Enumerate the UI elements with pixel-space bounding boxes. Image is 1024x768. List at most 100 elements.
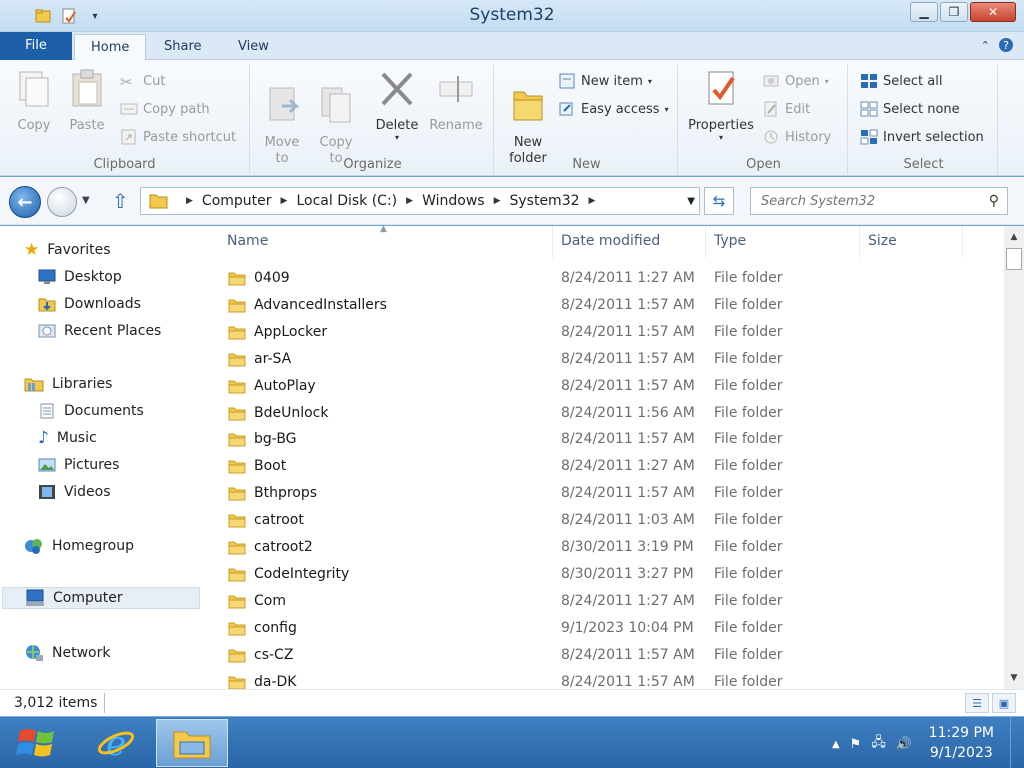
file-row[interactable]: AppLocker 8/24/2011 1:57 AM File folder [222, 319, 992, 346]
up-arrow-icon[interactable]: ⇧ [112, 189, 129, 213]
select-all-button[interactable]: Select all [860, 70, 942, 92]
select-none-button[interactable]: Select none [860, 98, 960, 120]
edit-icon [764, 101, 777, 117]
ribbon-tab-bar: File Home Share View ⌃ ? [0, 32, 1024, 61]
breadcrumb-computer[interactable]: Computer [202, 193, 272, 209]
search-box[interactable]: ⚲ [750, 187, 1008, 215]
nav-homegroup[interactable]: Homegroup [24, 535, 134, 557]
breadcrumb-system32[interactable]: System32 [509, 193, 579, 209]
properties-button[interactable]: Properties ▾ [686, 68, 756, 142]
folder-icon [228, 460, 246, 474]
tab-view[interactable]: View [222, 34, 285, 60]
breadcrumb-windows[interactable]: Windows [422, 193, 485, 209]
file-row[interactable]: CodeIntegrity 8/30/2011 3:27 PM File folde… [222, 561, 992, 588]
volume-icon[interactable]: 🔊 [896, 737, 912, 752]
tab-file[interactable]: File [0, 32, 72, 60]
show-hidden-icons-icon[interactable]: ▲ [832, 739, 840, 750]
cut-button[interactable]: ✂ Cut [120, 70, 165, 92]
file-row[interactable]: Bthprops 8/24/2011 1:57 AM File folder [222, 480, 992, 507]
file-row[interactable]: 0409 8/24/2011 1:27 AM File folder [222, 265, 992, 292]
copy-path-button[interactable]: Copy path [120, 98, 210, 120]
minimize-button[interactable]: ▁ [910, 2, 938, 22]
file-row[interactable]: AdvancedInstallers 8/24/2011 1:57 AM File … [222, 292, 992, 319]
tab-share[interactable]: Share [148, 34, 218, 60]
edit-button[interactable]: Edit [762, 98, 810, 120]
network-status-icon[interactable]: 🖧 [871, 733, 886, 755]
forward-button[interactable] [47, 187, 77, 217]
nav-music[interactable]: ♪ Music [38, 427, 97, 449]
system-clock[interactable]: 11:29 PM 9/1/2023 [929, 723, 994, 763]
file-row[interactable]: AutoPlay 8/24/2011 1:57 AM File folder [222, 373, 992, 400]
scroll-up-icon[interactable]: ▲ [1004, 228, 1024, 246]
easy-access-button[interactable]: Easy access ▾ [558, 98, 669, 120]
recent-locations-dropdown[interactable]: ▼ [82, 195, 90, 206]
history-button[interactable]: History [762, 126, 831, 148]
search-input[interactable] [751, 188, 971, 214]
action-center-flag-icon[interactable]: ⚑ [850, 737, 862, 752]
file-date-modified: 8/24/2011 1:27 AM [561, 592, 695, 609]
scroll-thumb[interactable] [1006, 248, 1022, 270]
taskbar-internet-explorer[interactable]: e [80, 719, 152, 767]
breadcrumb-separator[interactable]: ▶ [589, 196, 596, 206]
refresh-button[interactable]: ⇆ [704, 187, 734, 215]
close-button[interactable]: ✕ [970, 2, 1016, 22]
collapse-ribbon-icon[interactable]: ⌃ [981, 39, 990, 52]
open-group-label: Open [746, 157, 781, 172]
breadcrumb-separator[interactable]: ▶ [406, 196, 413, 206]
breadcrumb-separator[interactable]: ▶ [186, 196, 193, 206]
scroll-down-icon[interactable]: ▼ [1004, 669, 1024, 687]
nav-documents[interactable]: Documents [38, 400, 144, 422]
copy-button[interactable]: Copy [12, 68, 56, 133]
rename-button[interactable]: Rename [428, 68, 484, 133]
paste-button[interactable]: Paste [64, 68, 110, 133]
nav-libraries[interactable]: Libraries [24, 373, 112, 395]
back-arrow-icon: ← [17, 191, 33, 213]
file-row[interactable]: BdeUnlock 8/24/2011 1:56 AM File folder [222, 400, 992, 427]
large-icons-view-icon[interactable]: ▣ [992, 693, 1016, 713]
invert-selection-button[interactable]: Invert selection [860, 126, 984, 148]
nav-videos[interactable]: Videos [38, 481, 111, 503]
file-row[interactable]: Com 8/24/2011 1:27 AM File folder [222, 588, 992, 615]
search-icon[interactable]: ⚲ [989, 193, 999, 209]
file-name: catroot [254, 512, 304, 529]
breadcrumb-separator[interactable]: ▶ [494, 196, 501, 206]
vertical-scrollbar[interactable]: ▲ ▼ [1004, 226, 1024, 689]
file-row[interactable]: config 9/1/2023 10:04 PM File folder [222, 615, 992, 642]
start-windows-logo-icon[interactable] [16, 723, 58, 763]
file-row[interactable]: ar-SA 8/24/2011 1:57 AM File folder [222, 346, 992, 373]
nav-computer[interactable]: Computer [2, 587, 200, 609]
delete-button[interactable]: Delete ▾ [372, 68, 422, 142]
column-header-name[interactable]: Name [227, 233, 268, 249]
nav-recent-places[interactable]: Recent Places [38, 320, 161, 342]
restore-button[interactable]: ❐ [940, 2, 968, 22]
file-name: AdvancedInstallers [254, 296, 387, 313]
show-desktop-button[interactable] [1010, 717, 1024, 768]
tab-home[interactable]: Home [74, 34, 147, 61]
new-item-button[interactable]: New item ▾ [558, 70, 652, 92]
details-view-icon[interactable]: ☰ [965, 693, 989, 713]
taskbar-file-explorer[interactable] [156, 719, 228, 767]
column-header-size[interactable]: Size [868, 233, 897, 249]
breadcrumb-local-disk[interactable]: Local Disk (C:) [296, 193, 397, 209]
address-bar[interactable]: ▶ Computer ▶ Local Disk (C:) ▶ Windows ▶… [140, 187, 700, 215]
nav-pictures[interactable]: Pictures [38, 454, 119, 476]
nav-desktop[interactable]: Desktop [38, 266, 122, 288]
file-row[interactable]: catroot2 8/30/2011 3:19 PM File folder [222, 534, 992, 561]
breadcrumb-separator[interactable]: ▶ [281, 196, 288, 206]
file-row[interactable]: Boot 8/24/2011 1:27 AM File folder [222, 453, 992, 480]
star-icon: ★ [24, 240, 40, 260]
back-button[interactable]: ← [9, 186, 41, 218]
column-header-date-modified[interactable]: Date modified [561, 233, 660, 249]
nav-favorites[interactable]: ★ Favorites [24, 239, 111, 261]
nav-downloads[interactable]: Downloads [38, 293, 141, 315]
column-header-type[interactable]: Type [714, 233, 746, 249]
address-dropdown-icon[interactable]: ▼ [687, 196, 695, 207]
nav-network[interactable]: Network [24, 642, 110, 664]
help-icon[interactable]: ? [998, 37, 1014, 53]
file-row[interactable]: catroot 8/24/2011 1:03 AM File folder [222, 507, 992, 534]
file-row[interactable]: da-DK 8/24/2011 1:57 AM File folder [222, 669, 992, 689]
file-row[interactable]: bg-BG 8/24/2011 1:57 AM File folder [222, 426, 992, 453]
file-row[interactable]: cs-CZ 8/24/2011 1:57 AM File folder [222, 642, 992, 669]
paste-shortcut-button[interactable]: Paste shortcut [120, 126, 236, 148]
open-button[interactable]: Open ▾ [762, 70, 829, 92]
